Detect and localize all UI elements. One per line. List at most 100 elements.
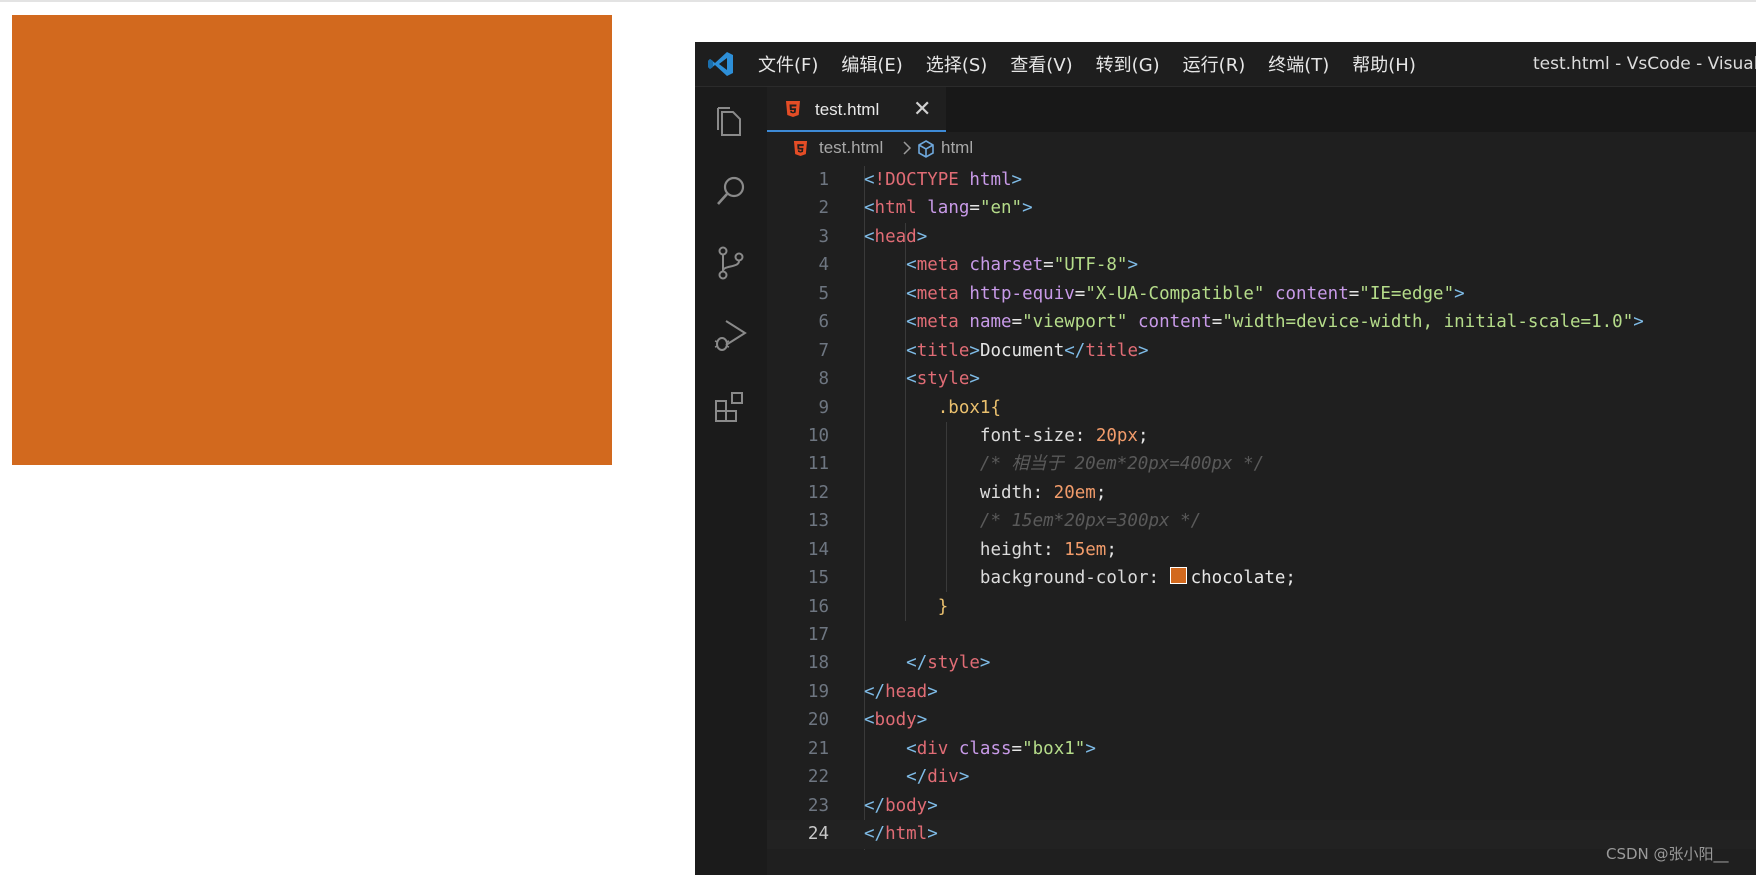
code-text: height: 15em; <box>864 536 1117 564</box>
code-token: > <box>916 710 928 731</box>
code-line[interactable]: 4 <meta charset="UTF-8"> <box>767 251 1756 279</box>
code-line[interactable]: 20 <body> <box>767 706 1756 734</box>
code-token: "box1" <box>1022 738 1086 759</box>
extensions-icon[interactable] <box>711 387 751 427</box>
code-line[interactable]: 18 </style> <box>767 649 1756 677</box>
code-line[interactable]: 3 <head> <box>767 223 1756 251</box>
code-token: head <box>874 226 917 247</box>
chevron-right-icon <box>903 141 912 155</box>
code-text: /* 相当于 20em*20px=400px */ <box>864 450 1264 478</box>
code-token: > <box>1011 170 1023 190</box>
color-swatch[interactable] <box>1169 567 1187 585</box>
code-line[interactable]: 15 background-color: chocolate; <box>767 564 1756 592</box>
line-number: 14 <box>807 539 829 560</box>
code-token: > <box>927 681 938 702</box>
menu-bar: 文件(F) 编辑(E) 选择(S) 查看(V) 转到(G) 运行(R) 终端(T) 帮助(H) <box>758 42 1439 86</box>
breadcrumb: test.html html <box>767 132 1756 162</box>
code-token: background-color <box>979 568 1149 589</box>
menu-item[interactable]: 编辑(E) <box>841 51 902 77</box>
code-line[interactable]: 1 <!DOCTYPE html> <box>767 166 1756 194</box>
code-token: 15em <box>1064 539 1107 560</box>
code-token: : <box>1043 539 1065 560</box>
run-debug-icon[interactable] <box>711 315 751 355</box>
code-line[interactable]: 14 height: 15em; <box>767 536 1756 564</box>
menu-item[interactable]: 终端(T) <box>1268 51 1329 77</box>
code-text: <head> <box>864 223 927 251</box>
code-token: = <box>1074 283 1086 304</box>
code-line[interactable]: 13 /* 15em*20px=300px */ <box>767 507 1756 535</box>
code-token: meta <box>916 283 959 304</box>
code-text: background-color: chocolate; <box>864 564 1296 592</box>
tab-bar: test.html ✕ <box>767 87 1756 132</box>
code-line[interactable]: 2 <html lang="en"> <box>767 194 1756 222</box>
menu-item[interactable]: 文件(F) <box>758 51 818 77</box>
explorer-icon[interactable] <box>711 102 751 142</box>
code-line[interactable]: 8 <style> <box>767 365 1756 393</box>
tab-test-html[interactable]: test.html ✕ <box>767 87 946 132</box>
code-token: div <box>916 738 949 759</box>
line-number: 4 <box>818 255 829 276</box>
code-text: </head> <box>864 678 938 706</box>
code-line[interactable]: 21 <div class="box1"> <box>767 735 1756 763</box>
line-number: 6 <box>818 312 829 333</box>
code-text: <meta charset="UTF-8"> <box>864 251 1138 279</box>
code-token: html <box>874 198 917 219</box>
code-token: ; <box>1095 482 1107 503</box>
line-number: 12 <box>807 482 829 503</box>
code-line[interactable]: 23 </body> <box>767 792 1756 820</box>
breadcrumb-node[interactable]: html <box>941 132 973 164</box>
code-token: < <box>906 369 917 390</box>
line-number: 20 <box>807 710 829 731</box>
code-token: http-equiv <box>969 283 1075 304</box>
code-token: meta <box>916 255 959 276</box>
breadcrumb-file[interactable]: test.html <box>819 132 883 164</box>
menu-item[interactable]: 选择(S) <box>926 51 987 77</box>
close-icon[interactable]: ✕ <box>913 87 931 132</box>
html5-icon <box>786 101 800 117</box>
code-line[interactable]: 22 </div> <box>767 763 1756 791</box>
code-line[interactable]: 7 <title>Document</title> <box>767 337 1756 365</box>
source-control-icon[interactable] <box>711 243 751 283</box>
code-line[interactable]: 10 font-size: 20px; <box>767 422 1756 450</box>
menu-item[interactable]: 查看(V) <box>1010 51 1072 77</box>
code-line[interactable]: 11 /* 相当于 20em*20px=400px */ <box>767 450 1756 478</box>
code-line[interactable]: 19 </head> <box>767 678 1756 706</box>
code-token: </ <box>864 681 886 702</box>
code-token: Document <box>979 340 1065 361</box>
code-line[interactable]: 17 <box>767 621 1756 649</box>
code-token: > <box>969 340 980 361</box>
code-line[interactable]: 12 width: 20em; <box>767 479 1756 507</box>
line-number: 19 <box>807 681 829 702</box>
code-line[interactable]: 6 <meta name="viewport" content="width=d… <box>767 308 1756 336</box>
code-token: lang <box>927 198 970 219</box>
code-editor[interactable]: 1 <!DOCTYPE html> 2 <html lang="en"> 3 <head>… <box>767 166 1756 849</box>
code-line[interactable]: 16 } <box>767 593 1756 621</box>
code-token: = <box>1348 283 1360 304</box>
menu-item[interactable]: 转到(G) <box>1096 51 1160 77</box>
code-token: width <box>979 482 1033 503</box>
code-token: </ <box>1064 340 1086 361</box>
code-line[interactable]: 5 <meta http-equiv="X-UA-Compatible" con… <box>767 280 1756 308</box>
code-token: > <box>1138 340 1149 361</box>
code-text: </div> <box>864 763 969 791</box>
code-text: <!DOCTYPE html> <box>864 166 1022 194</box>
code-line[interactable]: 9 .box1{ <box>767 394 1756 422</box>
menu-item[interactable]: 帮助(H) <box>1352 51 1416 77</box>
search-icon[interactable] <box>711 171 751 211</box>
code-token: = <box>969 198 980 219</box>
code-token: ; <box>1137 425 1149 446</box>
line-number: 11 <box>807 454 829 475</box>
menu-item[interactable]: 运行(R) <box>1183 51 1246 77</box>
line-number: 1 <box>818 170 829 190</box>
